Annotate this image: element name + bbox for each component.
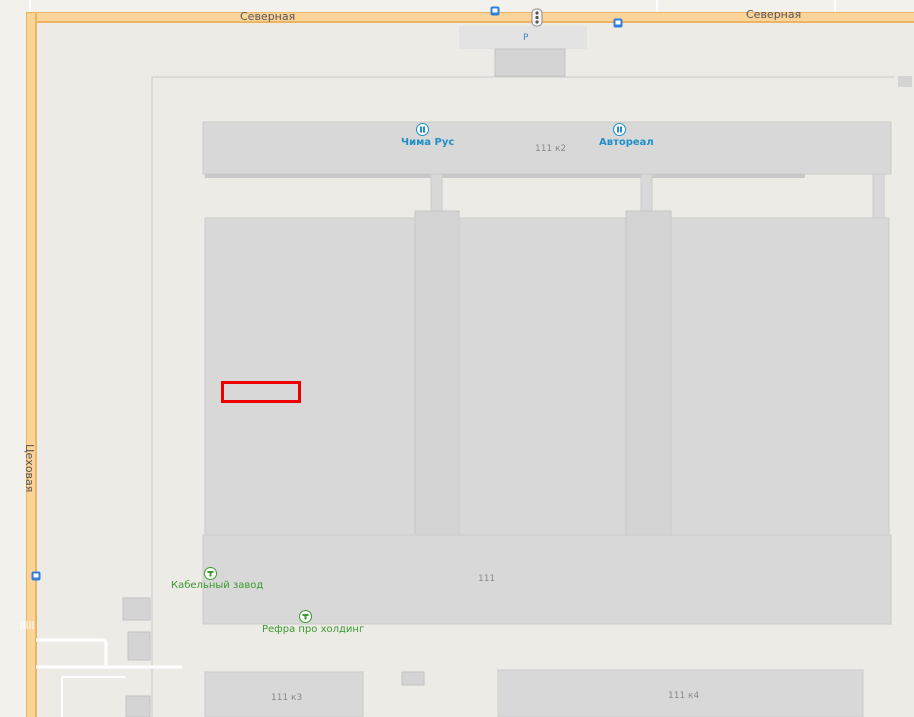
poi-label-avtoreal[interactable]: Автореал (599, 137, 654, 148)
passage-2 (625, 210, 672, 537)
bus-stop-icon[interactable] (31, 571, 41, 581)
building-number-111k2: 111 к2 (535, 144, 567, 154)
hall-east[interactable] (670, 217, 890, 537)
parking-building (494, 48, 566, 77)
building-number-111k3: 111 к3 (271, 693, 303, 703)
small-building-4 (401, 671, 425, 686)
poi-label-kabel[interactable]: Кабельный завод (171, 580, 263, 591)
building-111k2-shadow (205, 174, 805, 178)
factory-icon[interactable] (204, 567, 217, 580)
street-label-severnaya-right: Северная (746, 8, 802, 21)
map-canvas[interactable] (0, 0, 914, 717)
traffic-light-icon[interactable] (531, 8, 543, 27)
small-building-3 (125, 695, 151, 717)
small-building-2 (127, 631, 151, 661)
street-label-tsekhovaya: Цеховая (23, 444, 36, 493)
street-label-severnaya-left: Северная (240, 10, 296, 23)
highlight-marker (221, 381, 301, 403)
building-number-111k4: 111 к4 (668, 691, 700, 701)
connector-3 (872, 173, 885, 221)
factory-icon[interactable] (299, 610, 312, 623)
small-building-ne (898, 76, 912, 87)
hall-middle[interactable] (458, 217, 627, 537)
connector-2 (640, 173, 653, 215)
shop-icon[interactable] (416, 123, 429, 136)
bus-stop-icon[interactable] (490, 6, 500, 16)
west-area (0, 0, 28, 717)
passage-1 (414, 210, 460, 537)
hall-west[interactable] (204, 217, 416, 537)
small-building-1 (122, 597, 151, 621)
parking-label: P (523, 33, 529, 43)
shop-icon[interactable] (613, 123, 626, 136)
bus-stop-icon[interactable] (613, 18, 623, 28)
connector-1 (430, 173, 443, 215)
poi-label-chima[interactable]: Чима Рус (401, 137, 454, 148)
poi-label-refra[interactable]: Рефра про холдинг (262, 624, 364, 635)
road-tsekhovaya[interactable] (27, 13, 35, 717)
building-number-111: 111 (478, 574, 496, 584)
